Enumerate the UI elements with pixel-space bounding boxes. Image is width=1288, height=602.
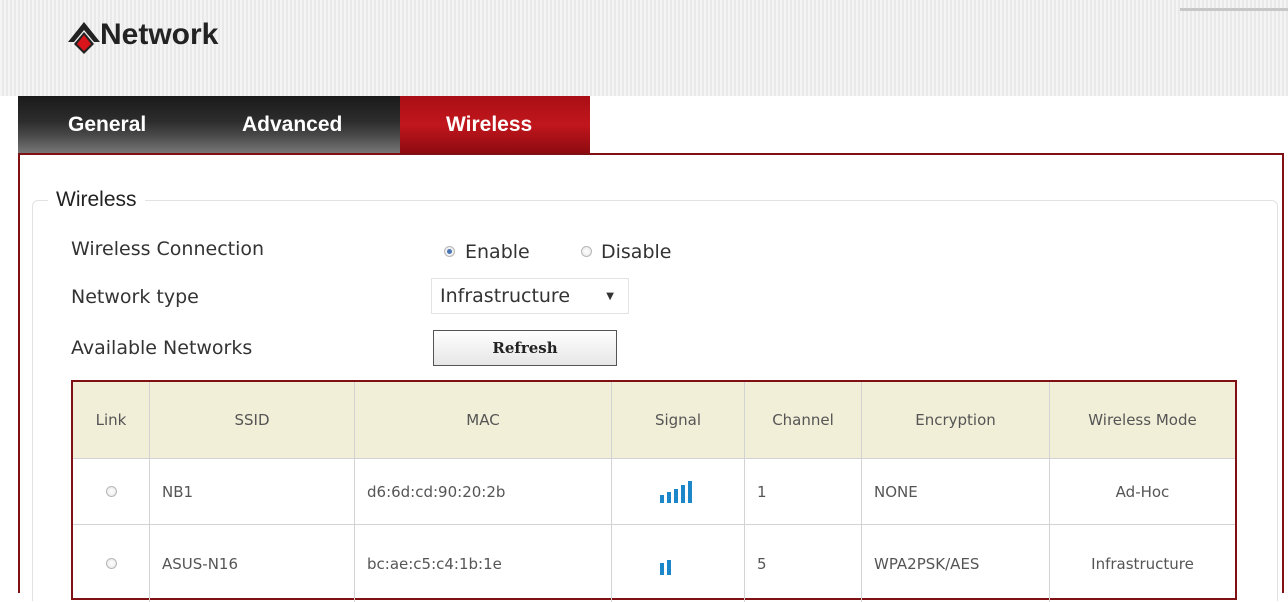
column-header-mac: MAC xyxy=(355,382,612,458)
wireless-mode-cell: Ad-Hoc xyxy=(1115,482,1170,501)
network-type-select[interactable]: Infrastructure ▼ xyxy=(431,278,629,314)
signal-strength-icon xyxy=(658,553,698,575)
networks-table: Link SSID MAC Signal Channel Encryption … xyxy=(71,380,1237,602)
refresh-button[interactable]: Refresh xyxy=(433,330,617,366)
tab-wireless-label: Wireless xyxy=(446,112,533,136)
tab-general[interactable]: General xyxy=(18,96,210,153)
link-radio[interactable] xyxy=(105,558,117,569)
column-header-link: Link xyxy=(73,382,150,458)
signal-cell xyxy=(612,459,745,524)
ssid-cell: ASUS-N16 xyxy=(150,525,355,602)
wireless-connection-label: Wireless Connection xyxy=(71,238,265,260)
link-cell xyxy=(73,459,150,524)
mac-cell: bc:ae:c5:c4:1b:1e xyxy=(355,525,612,602)
page-title: Network xyxy=(100,18,219,51)
table-header-row: Link SSID MAC Signal Channel Encryption … xyxy=(73,382,1235,458)
disable-radio[interactable] xyxy=(581,246,592,257)
column-header-encryption: Encryption xyxy=(862,382,1050,458)
tab-advanced[interactable]: Advanced xyxy=(210,96,400,153)
channel-cell: 1 xyxy=(745,459,862,524)
network-type-label: Network type xyxy=(71,286,199,308)
column-header-wireless-mode: Wireless Mode xyxy=(1050,382,1235,458)
available-networks-label: Available Networks xyxy=(71,337,253,359)
enable-radio[interactable] xyxy=(444,246,455,257)
tab-advanced-label: Advanced xyxy=(242,112,343,136)
enable-radio-label[interactable]: Enable xyxy=(465,241,530,263)
section-legend: Wireless xyxy=(48,188,145,212)
disable-radio-label[interactable]: Disable xyxy=(601,241,671,263)
signal-cell xyxy=(612,525,745,602)
header-band: Network xyxy=(0,0,1288,96)
column-header-signal: Signal xyxy=(612,382,745,458)
signal-strength-icon xyxy=(658,480,698,503)
tab-general-label: General xyxy=(68,112,147,136)
link-radio[interactable] xyxy=(105,486,117,497)
table-row[interactable]: ASUS-N16 bc:ae:c5:c4:1b:1e 5 WPA2PSK/AES… xyxy=(73,525,1235,602)
link-cell xyxy=(73,525,150,602)
encryption-cell: NONE xyxy=(862,459,1050,524)
channel-cell: 5 xyxy=(745,525,862,602)
column-header-channel: Channel xyxy=(745,382,862,458)
tab-wireless[interactable]: Wireless xyxy=(400,96,590,153)
tab-bar: General Advanced Wireless xyxy=(18,96,590,153)
wireless-mode-cell: Infrastructure xyxy=(1091,554,1194,573)
caret-down-icon: ▼ xyxy=(606,291,614,302)
ssid-cell: NB1 xyxy=(150,459,355,524)
network-logo-icon xyxy=(68,22,100,54)
mac-cell: d6:6d:cd:90:20:2b xyxy=(355,459,612,524)
network-type-value: Infrastructure xyxy=(440,285,571,307)
table-row[interactable]: NB1 d6:6d:cd:90:20:2b 1 NONE Ad-Hoc xyxy=(73,459,1235,524)
encryption-cell: WPA2PSK/AES xyxy=(862,525,1050,602)
column-header-ssid: SSID xyxy=(150,382,355,458)
header-accent-line xyxy=(1180,8,1288,11)
